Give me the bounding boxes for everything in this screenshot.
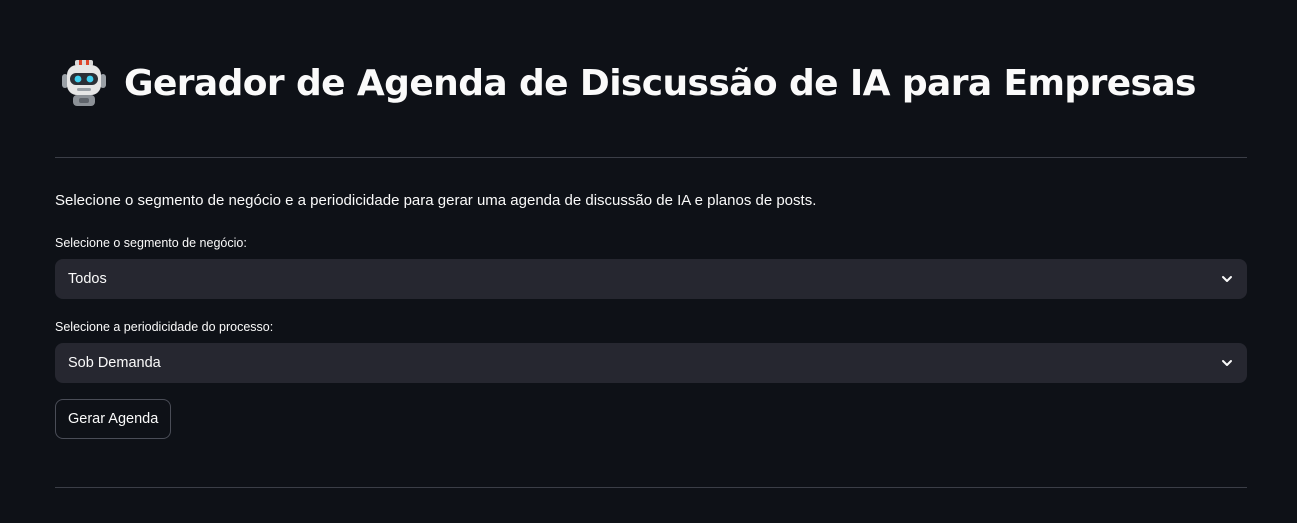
chevron-down-icon bbox=[1222, 276, 1232, 282]
page-title: Gerador de Agenda de Discussão de IA par… bbox=[124, 62, 1196, 104]
intro-text: Selecione o segmento de negócio e a peri… bbox=[55, 192, 817, 209]
generate-agenda-button[interactable]: Gerar Agenda bbox=[55, 399, 172, 439]
segment-select-label: Selecione o segmento de negócio: bbox=[55, 236, 247, 250]
segment-select-value: Todos bbox=[68, 271, 107, 287]
bottom-divider bbox=[55, 487, 1247, 488]
period-select[interactable]: Sob Demanda bbox=[55, 343, 1247, 383]
chevron-down-icon bbox=[1222, 360, 1232, 366]
period-select-label: Selecione a periodicidade do processo: bbox=[55, 320, 274, 334]
app-root: Gerador de Agenda de Discussão de IA par… bbox=[0, 0, 1297, 523]
robot-face-icon bbox=[62, 60, 106, 106]
segment-select[interactable]: Todos bbox=[55, 259, 1247, 299]
period-select-value: Sob Demanda bbox=[68, 355, 161, 371]
top-divider bbox=[55, 157, 1247, 158]
title-row: Gerador de Agenda de Discussão de IA par… bbox=[60, 56, 1196, 110]
